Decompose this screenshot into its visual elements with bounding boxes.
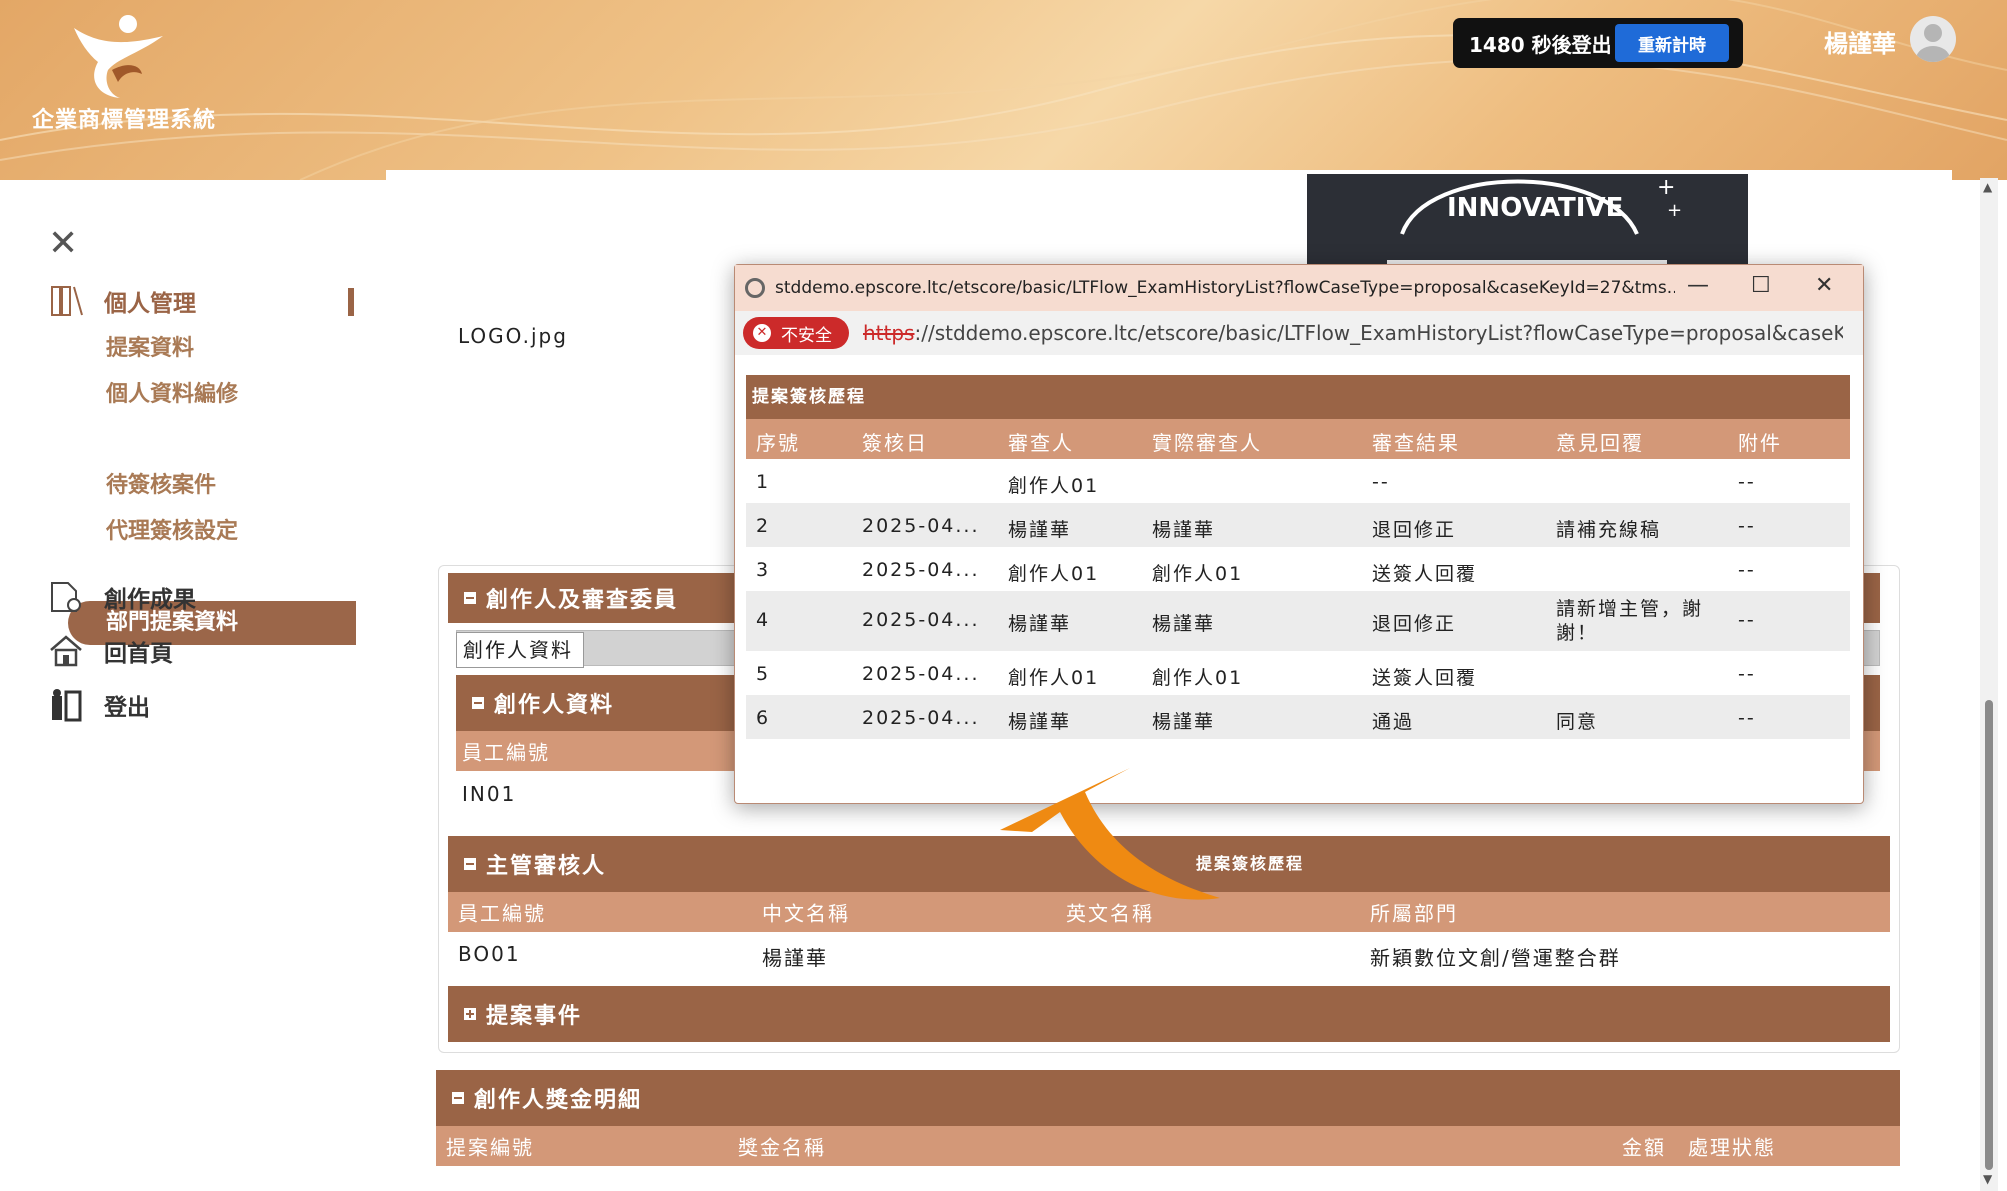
exam-history-popup-window: stddemo.epscore.ltc/etscore/basic/LTFlow… — [734, 264, 1864, 804]
column-header: 金額 — [1622, 1135, 1666, 1160]
section-title: 創作人獎金明細 — [474, 1088, 643, 1113]
column-header: 審查結果 — [1372, 431, 1460, 455]
reset-timer-button[interactable]: 重新計時 — [1615, 24, 1729, 62]
column-header: 處理狀態 — [1688, 1135, 1776, 1160]
sidebar-sub-proxy[interactable]: 代理簽核設定 — [106, 513, 238, 545]
sidebar-item-label: 登出 — [104, 695, 150, 721]
column-header: 所屬部門 — [1370, 901, 1458, 926]
manager-department: 新穎數位文創/營運整合群 — [1370, 946, 1621, 970]
scrollbar-thumb[interactable] — [1985, 700, 1993, 1170]
file-icon — [51, 582, 81, 612]
expand-icon — [464, 1008, 476, 1020]
popup-titlebar[interactable]: stddemo.epscore.ltc/etscore/basic/LTFlow… — [735, 265, 1863, 311]
sidebar-item-label: 創作成果 — [104, 587, 196, 613]
column-header: 審查人 — [1008, 431, 1074, 455]
app-header: 企業商標管理系統 1480 秒後登出 重新計時 楊謹華 — [0, 0, 2007, 180]
sidebar-sub-profile-edit[interactable]: 個人資料編修 — [106, 376, 238, 408]
history-table-header: 序號 簽核日 審查人 實際審查人 審查結果 意見回覆 附件 — [746, 419, 1850, 459]
user-name[interactable]: 楊謹華 — [1824, 24, 1896, 59]
section-title: 主管審核人 — [486, 854, 607, 879]
column-header: 序號 — [756, 431, 800, 455]
column-header: 實際審查人 — [1152, 431, 1262, 455]
sidebar: ✕ 個人管理 提案資料 個人資料編修 部門提案資料 待簽核案件 代理簽核設定 創… — [0, 186, 356, 1191]
logo-filename: LOGO.jpg — [458, 324, 568, 348]
url-path: ://stddemo.epscore.ltc/etscore/basic/LTF… — [914, 321, 1843, 345]
section-title: 創作人資料 — [494, 693, 615, 718]
popup-url[interactable]: https://stddemo.epscore.ltc/etscore/basi… — [863, 321, 1843, 345]
system-name: 企業商標管理系統 — [32, 108, 217, 133]
section-creator-bonus[interactable]: 創作人獎金明細 — [436, 1070, 1900, 1126]
scroll-down-icon[interactable]: ▼ — [1983, 1172, 1992, 1186]
minimize-icon[interactable]: — — [1687, 273, 1709, 298]
column-header: 簽核日 — [862, 431, 928, 455]
popup-section-title: 提案簽核歷程 — [746, 375, 1850, 419]
sidebar-item-label: 回首頁 — [104, 641, 173, 667]
warning-icon: ✕ — [753, 324, 771, 342]
scroll-up-icon[interactable]: ▲ — [1983, 180, 1992, 194]
column-header: 中文名稱 — [762, 901, 850, 926]
popup-address-bar[interactable]: ✕ 不安全 https://stddemo.epscore.ltc/etscor… — [735, 311, 1863, 355]
table-row: 6 2025-04... 楊謹華 楊謹華 通過 同意 -- — [746, 695, 1850, 739]
insecure-label: 不安全 — [781, 325, 832, 346]
column-header: 員工編號 — [458, 901, 546, 926]
logout-icon — [52, 689, 82, 722]
collapse-icon — [472, 697, 484, 709]
section-title: 創作人及審查委員 — [486, 588, 679, 613]
table-row: 1 創作人01 -- -- — [756, 471, 1756, 497]
active-group-indicator — [348, 288, 354, 316]
tab-creator-info[interactable]: 創作人資料 — [456, 632, 584, 668]
collapse-icon — [464, 592, 476, 604]
svg-text:INNOVATIVE: INNOVATIVE — [1447, 193, 1623, 223]
column-header: 員工編號 — [462, 740, 550, 765]
logout-countdown: 1480 秒後登出 — [1469, 32, 1612, 57]
bonus-table-header: 提案編號 獎金名稱 金額 處理狀態 — [436, 1126, 1900, 1166]
sidebar-sub-proposal[interactable]: 提案資料 — [106, 330, 194, 362]
sidebar-item-personal[interactable]: 個人管理 — [48, 284, 196, 318]
close-icon[interactable]: ✕ — [48, 226, 78, 262]
sidebar-item-logout[interactable]: 登出 — [48, 688, 150, 722]
avatar[interactable] — [1910, 16, 1956, 62]
column-header: 獎金名稱 — [738, 1135, 826, 1160]
collapse-icon — [452, 1092, 464, 1104]
url-scheme: https — [863, 321, 915, 345]
svg-text:+: + — [1657, 175, 1675, 200]
creator-employee-id: IN01 — [462, 782, 517, 806]
section-proposal-event[interactable]: 提案事件 — [448, 986, 1890, 1042]
manager-chinese-name: 楊謹華 — [762, 946, 828, 970]
sidebar-sub-pending[interactable]: 待簽核案件 — [106, 467, 216, 499]
home-icon — [50, 635, 82, 667]
browser-icon — [745, 278, 765, 298]
insecure-badge[interactable]: ✕ 不安全 — [743, 317, 849, 349]
table-row: 3 2025-04... 創作人01 創作人01 送簽人回覆 -- — [756, 559, 1756, 585]
document-icon — [51, 286, 83, 316]
annotation-arrow-icon — [1000, 768, 1220, 900]
brand-logo-icon — [74, 15, 163, 98]
close-window-icon[interactable]: ✕ — [1815, 273, 1833, 298]
sidebar-item-works[interactable]: 創作成果 — [48, 580, 196, 614]
section-title: 提案事件 — [486, 1004, 583, 1029]
column-header: 意見回覆 — [1556, 431, 1644, 455]
column-header: 提案編號 — [446, 1135, 534, 1160]
sidebar-item-home[interactable]: 回首頁 — [48, 634, 173, 668]
table-row: 2 2025-04... 楊謹華 楊謹華 退回修正 請補充線稿 -- — [746, 503, 1850, 547]
annotation-caption: 提案簽核歷程 — [1196, 854, 1305, 873]
sidebar-item-label: 個人管理 — [104, 291, 196, 317]
popup-title: stddemo.epscore.ltc/etscore/basic/LTFlow… — [775, 278, 1675, 298]
table-row: 4 2025-04... 楊謹華 楊謹華 退回修正 請新增主管，謝謝！ -- — [746, 591, 1850, 651]
maximize-icon[interactable]: ☐ — [1751, 273, 1771, 298]
collapse-icon — [464, 858, 476, 870]
table-row: 5 2025-04... 創作人01 創作人01 送簽人回覆 -- — [756, 663, 1756, 689]
column-header: 附件 — [1738, 431, 1782, 455]
manager-employee-id: BO01 — [458, 942, 521, 966]
session-timer: 1480 秒後登出 重新計時 — [1453, 18, 1743, 68]
svg-text:+: + — [1667, 200, 1682, 221]
